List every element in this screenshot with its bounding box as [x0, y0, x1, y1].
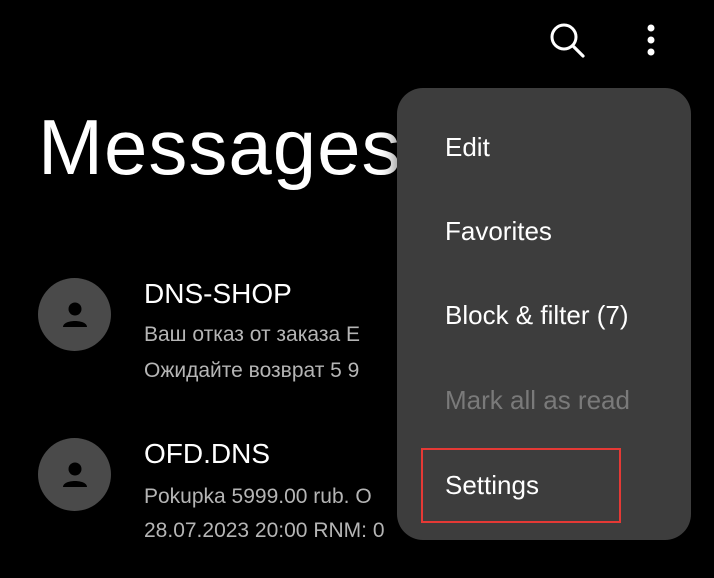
- avatar[interactable]: [38, 278, 111, 351]
- menu-item-favorites[interactable]: Favorites: [445, 216, 552, 247]
- menu-item-block-filter[interactable]: Block & filter (7): [445, 300, 629, 331]
- conversation-name: DNS-SHOP: [144, 278, 292, 309]
- person-icon: [62, 462, 87, 487]
- conversation-preview-line2: 28.07.2023 20:00 RNM: 0: [144, 519, 385, 542]
- settings-highlight-box: [421, 448, 621, 523]
- conversation-preview-line2: Ожидайте возврат 5 9: [144, 359, 360, 382]
- conversation-preview-line1: Pokupka 5999.00 rub. О: [144, 485, 372, 508]
- menu-item-mark-all-read: Mark all as read: [445, 385, 630, 415]
- more-options-button[interactable]: [629, 18, 673, 62]
- avatar[interactable]: [38, 438, 111, 511]
- menu-item-edit[interactable]: Edit: [445, 132, 490, 163]
- conversation-name: OFD.DNS: [144, 438, 270, 469]
- conversation-preview-line1: Ваш отказ от заказа Е: [144, 323, 360, 346]
- page-title: Messages: [38, 103, 402, 191]
- person-icon: [62, 302, 87, 327]
- search-icon: [550, 23, 585, 58]
- search-button[interactable]: [545, 18, 589, 62]
- more-vert-icon: [647, 24, 655, 56]
